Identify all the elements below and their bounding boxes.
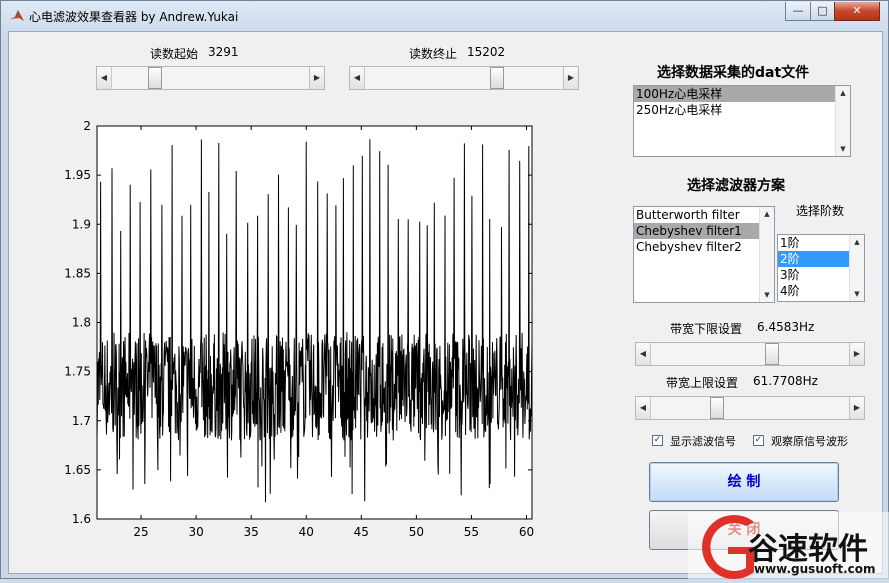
y-tick-label: 1.9	[72, 217, 91, 231]
slider-right-arrow-icon[interactable]: ▶	[849, 397, 864, 419]
y-tick-label: 1.6	[72, 512, 91, 526]
x-tick-label: 45	[354, 525, 369, 539]
order-listbox[interactable]: 1阶 2阶 3阶 4阶 ▲ ▼	[777, 234, 865, 302]
filter-list-item[interactable]: Butterworth filter	[634, 207, 774, 223]
window-title: 心电滤波效果查看器 by Andrew.Yukai	[29, 10, 239, 24]
band-high-value: 61.7708Hz	[753, 374, 818, 388]
file-list-scrollbar[interactable]: ▲ ▼	[835, 86, 850, 156]
file-list-item[interactable]: 250Hz心电采样	[634, 102, 850, 118]
scroll-down-icon[interactable]: ▼	[760, 288, 774, 302]
y-tick-label: 1.7	[72, 414, 91, 428]
file-section-header: 选择数据采集的dat文件	[657, 65, 810, 81]
matlab-icon	[10, 10, 24, 21]
x-tick-label: 35	[244, 525, 259, 539]
slider-left-arrow-icon[interactable]: ◀	[636, 397, 651, 419]
filter-listbox[interactable]: Butterworth filter Chebyshev filter1 Cheby…	[633, 206, 775, 303]
slider-left-arrow-icon[interactable]: ◀	[636, 343, 651, 365]
figure-area: 读数起始 3291 ◀ ▶ 读数终止 15202 ◀ ▶ 25 30 35 40 45 5…	[8, 31, 883, 574]
scroll-up-icon[interactable]: ▲	[850, 235, 864, 249]
y-tick-label: 1.85	[64, 266, 91, 280]
watermark: 谷速软件 www.gusuoft.com	[688, 512, 889, 579]
y-tick-label: 1.65	[64, 463, 91, 477]
scroll-up-icon[interactable]: ▲	[760, 207, 774, 221]
band-low-slider[interactable]: ◀ ▶	[635, 342, 865, 366]
band-high-slider[interactable]: ◀ ▶	[635, 396, 865, 420]
filter-list-scrollbar[interactable]: ▲ ▼	[759, 207, 774, 302]
show-original-label: 观察原信号波形	[771, 435, 848, 448]
band-low-label: 带宽下限设置	[670, 322, 743, 336]
order-list-scrollbar[interactable]: ▲ ▼	[849, 235, 864, 301]
y-tick-label: 1.75	[64, 365, 91, 379]
x-tick-label: 40	[299, 525, 314, 539]
slider-right-arrow-icon[interactable]: ▶	[849, 343, 864, 365]
minimize-button[interactable]: —	[785, 2, 811, 21]
title-bar[interactable]: 心电滤波效果查看器 by Andrew.Yukai — □ ✕	[1, 1, 889, 31]
draw-button[interactable]: 绘 制	[649, 462, 839, 502]
x-tick-label: 50	[409, 525, 424, 539]
filter-list-item[interactable]: Chebyshev filter1	[634, 223, 774, 239]
show-filtered-checkbox[interactable]: ✓	[652, 435, 663, 446]
show-filtered-label: 显示滤波信号	[670, 435, 736, 448]
close-window-button[interactable]: ✕	[834, 2, 880, 21]
maximize-button[interactable]: □	[810, 2, 835, 21]
file-listbox[interactable]: 100Hz心电采样 250Hz心电采样 ▲ ▼	[633, 85, 851, 157]
x-tick-label: 60	[519, 525, 534, 539]
band-low-slider-thumb[interactable]	[765, 343, 780, 365]
y-tick-label: 2	[83, 119, 91, 133]
x-tick-label: 25	[133, 525, 148, 539]
show-original-checkbox[interactable]: ✓	[753, 435, 764, 446]
order-label: 选择阶数	[796, 204, 845, 218]
x-tick-label: 55	[464, 525, 479, 539]
x-tick-label: 30	[188, 525, 203, 539]
y-tick-label: 1.95	[64, 168, 91, 182]
ecg-plot: 25 30 35 40 45 50 55 60 1.6 1.65 1.7 1.75 1.8 1.85 1.9…	[64, 119, 534, 539]
watermark-url: www.gusuoft.com	[754, 562, 876, 576]
app-window: 心电滤波效果查看器 by Andrew.Yukai — □ ✕ 读数起始 329…	[0, 0, 889, 579]
file-list-item[interactable]: 100Hz心电采样	[634, 86, 850, 102]
y-tick-label: 1.8	[72, 316, 91, 330]
band-high-slider-thumb[interactable]	[709, 397, 724, 419]
filter-list-item[interactable]: Chebyshev filter2	[634, 239, 774, 255]
filter-section-header: 选择滤波器方案	[687, 178, 785, 194]
scroll-down-icon[interactable]: ▼	[850, 287, 864, 301]
scroll-down-icon[interactable]: ▼	[836, 142, 850, 156]
band-high-label: 带宽上限设置	[666, 376, 739, 390]
scroll-up-icon[interactable]: ▲	[836, 86, 850, 100]
band-low-value: 6.4583Hz	[757, 320, 815, 334]
